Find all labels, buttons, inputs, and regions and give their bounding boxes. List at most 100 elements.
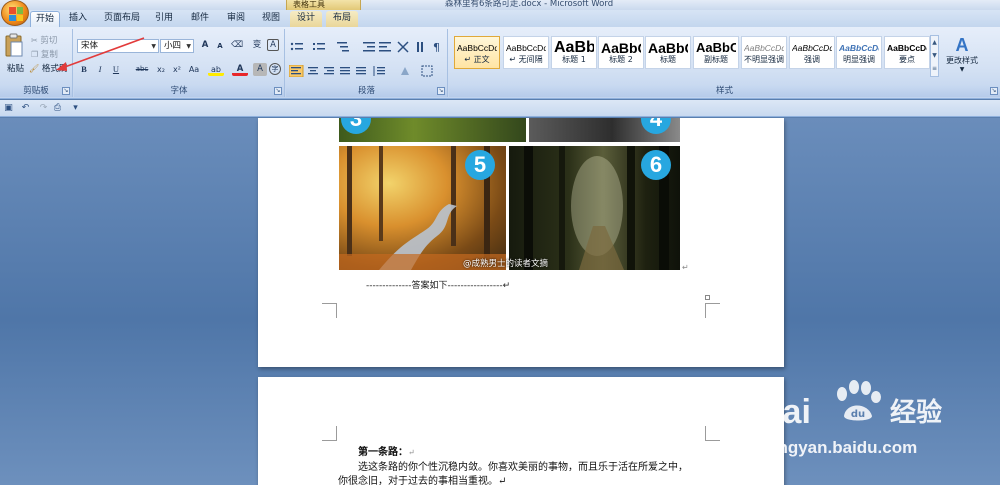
style-tile[interactable]: AaBbCcDd 不明显强调 xyxy=(741,36,787,69)
character-border-button[interactable]: A xyxy=(267,39,279,51)
tab-references[interactable]: 引用 xyxy=(150,11,178,27)
tab-page-layout[interactable]: 页面布局 xyxy=(100,11,144,27)
tab-mailings[interactable]: 邮件 xyxy=(186,11,214,27)
font-size-value: 小四 xyxy=(164,41,182,51)
title-bar: 表格工具 森林里有6条路可走.docx - Microsoft Word xyxy=(0,0,1000,10)
photo-6: 6 xyxy=(509,146,680,270)
office-button[interactable] xyxy=(1,0,29,26)
style-name: 标题 1 xyxy=(562,55,586,64)
photo-badge-3: 3 xyxy=(341,118,371,134)
baidu-paw-icon: du xyxy=(837,380,881,421)
style-name: 副标题 xyxy=(704,55,728,64)
redo-icon[interactable]: ↷ xyxy=(38,103,49,114)
style-tile[interactable]: AaBbCcDd 强调 xyxy=(789,36,835,69)
font-group-label: 字体 xyxy=(74,85,284,97)
clear-format-button[interactable]: ⌫ xyxy=(230,39,244,52)
shrink-font-button[interactable]: A xyxy=(213,40,227,53)
table-resize-handle[interactable] xyxy=(705,295,710,300)
bullets-icon xyxy=(290,42,303,51)
change-styles-button[interactable]: A 更改样式 ▼ xyxy=(942,33,982,77)
enclose-characters-button[interactable]: 字 xyxy=(269,63,281,75)
character-shading-button[interactable]: A xyxy=(253,63,267,76)
font-size-dropdown-icon[interactable]: ▼ xyxy=(186,41,191,53)
scissors-icon: ✂ xyxy=(31,36,38,45)
style-tile[interactable]: AaBb 标题 1 xyxy=(551,36,597,69)
font-color-button[interactable]: A xyxy=(232,63,248,76)
body-line-1[interactable]: 选这条路的你个性沉稳内敛。你喜欢美丽的事物，而且乐于活在所爱之中， xyxy=(358,458,688,473)
justify-icon xyxy=(340,67,350,75)
crop-mark xyxy=(705,303,720,318)
change-styles-icon: A xyxy=(955,35,969,55)
paste-icon xyxy=(5,33,23,57)
line-spacing-icon xyxy=(373,66,385,76)
styles-launcher-icon[interactable]: ↘ xyxy=(990,87,998,95)
borders-icon xyxy=(421,65,433,77)
tab-insert[interactable]: 插入 xyxy=(63,11,93,27)
photo-4: 4 xyxy=(529,118,680,142)
section-heading[interactable]: 第一条路：↵ xyxy=(358,443,415,458)
baidu-watermark: du Bai 经验 jingyan.baidu.com xyxy=(750,380,1000,485)
style-tile[interactable]: AaBbC标题 xyxy=(645,36,691,69)
phonetic-guide-button[interactable]: 变 xyxy=(250,39,264,52)
section-heading-mark: ↵ xyxy=(408,448,415,457)
style-tile[interactable]: AaBbCcDd ↵ 无间隔 xyxy=(503,36,549,69)
styles-group: AaBbCcDd↵ 正文AaBbCcDd↵ 无间隔AaBb标题 1AaBbC标题… xyxy=(449,29,1000,97)
quick-access-toolbar: ▣ ↶ ↷ ⎙ ▾ xyxy=(0,100,1000,117)
change-styles-dropdown-icon: ▼ xyxy=(959,66,965,73)
clipboard-launcher-icon[interactable]: ↘ xyxy=(62,87,70,95)
show-marks-icon: ¶ xyxy=(433,41,440,53)
style-name: 要点 xyxy=(899,55,915,64)
brush-icon: 🖌 xyxy=(29,64,40,73)
style-tile[interactable]: AaBbCcDd 要点 xyxy=(884,36,930,69)
annotation-arrow-icon xyxy=(56,37,145,71)
svg-text:du: du xyxy=(851,409,865,420)
customize-qat-icon[interactable]: ▾ xyxy=(70,103,81,114)
tab-table-layout[interactable]: 布局 xyxy=(326,11,358,27)
watermark-url: jingyan.baidu.com xyxy=(768,438,918,457)
save-icon[interactable]: ▣ xyxy=(3,103,14,114)
outdent-icon xyxy=(363,42,375,52)
sort-icon xyxy=(417,42,423,52)
gallery-scroll[interactable]: ▲ ▼ ≡ xyxy=(930,35,939,77)
paragraph-launcher-icon[interactable]: ↘ xyxy=(437,87,445,95)
style-tile[interactable]: AaBbCcDd 明显强调 xyxy=(836,36,882,69)
table-tools-context-label: 表格工具 xyxy=(286,0,361,10)
answer-separator[interactable]: --------------答案如下-----------------↵ xyxy=(366,278,510,291)
document-title: 森林里有6条路可走.docx - Microsoft Word xyxy=(445,0,614,9)
change-styles-label: 更改样式 xyxy=(946,56,978,65)
paragraph-mark: ↵ xyxy=(682,263,689,272)
style-tile[interactable]: AaBbC标题 2 xyxy=(598,36,644,69)
crop-mark xyxy=(322,426,337,441)
font-launcher-icon[interactable]: ↘ xyxy=(274,87,282,95)
tab-table-design[interactable]: 设计 xyxy=(290,11,322,27)
font-size-combo[interactable]: 小四 ▼ xyxy=(160,39,194,53)
page-1: 3 4 5 6 @成熟男士的读者文摘 ↵ --------------答案如下-… xyxy=(258,118,784,367)
shading-icon xyxy=(401,67,409,75)
change-case-button[interactable]: Aa xyxy=(186,63,202,76)
paragraph-group: ¶ 段落 ↘ xyxy=(286,29,448,97)
body-line-2[interactable]: 你很念旧，对于过去的事相当重视。↵ xyxy=(338,472,506,485)
style-tile[interactable]: AaBbCcDd ↵ 正文 xyxy=(454,36,500,69)
numbering-icon xyxy=(313,43,325,50)
print-preview-icon[interactable]: ⎙ xyxy=(52,103,63,114)
page-2: 第一条路：↵ 选这条路的你个性沉稳内敛。你喜欢美丽的事物，而且乐于活在所爱之中，… xyxy=(258,377,784,485)
subscript-button[interactable]: x₂ xyxy=(154,63,168,76)
tab-home[interactable]: 开始 xyxy=(30,11,60,27)
paste-button[interactable]: 粘贴 xyxy=(3,32,25,80)
section-heading-text: 第一条路： xyxy=(358,447,408,458)
ribbon-tabs: 开始 插入 页面布局 引用 邮件 审阅 视图 设计 布局 xyxy=(0,10,1000,27)
paragraph-row1-icons[interactable]: ¶ xyxy=(289,41,445,53)
style-tile[interactable]: AaBbC 副标题 xyxy=(693,36,739,69)
photo-badge-5: 5 xyxy=(465,150,495,180)
grow-font-button[interactable]: A xyxy=(198,39,212,52)
distributed-icon xyxy=(356,67,366,75)
tab-view[interactable]: 视图 xyxy=(257,11,285,27)
font-name-dropdown-icon[interactable]: ▼ xyxy=(151,41,156,53)
paragraph-row2-icons[interactable] xyxy=(289,65,445,77)
superscript-button[interactable]: x² xyxy=(170,63,184,76)
undo-icon[interactable]: ↶ xyxy=(20,103,31,114)
styles-group-label: 样式 xyxy=(449,85,1000,97)
multilevel-icon xyxy=(337,42,349,52)
tab-review[interactable]: 审阅 xyxy=(222,11,250,27)
highlight-button[interactable]: ab xyxy=(208,63,224,76)
